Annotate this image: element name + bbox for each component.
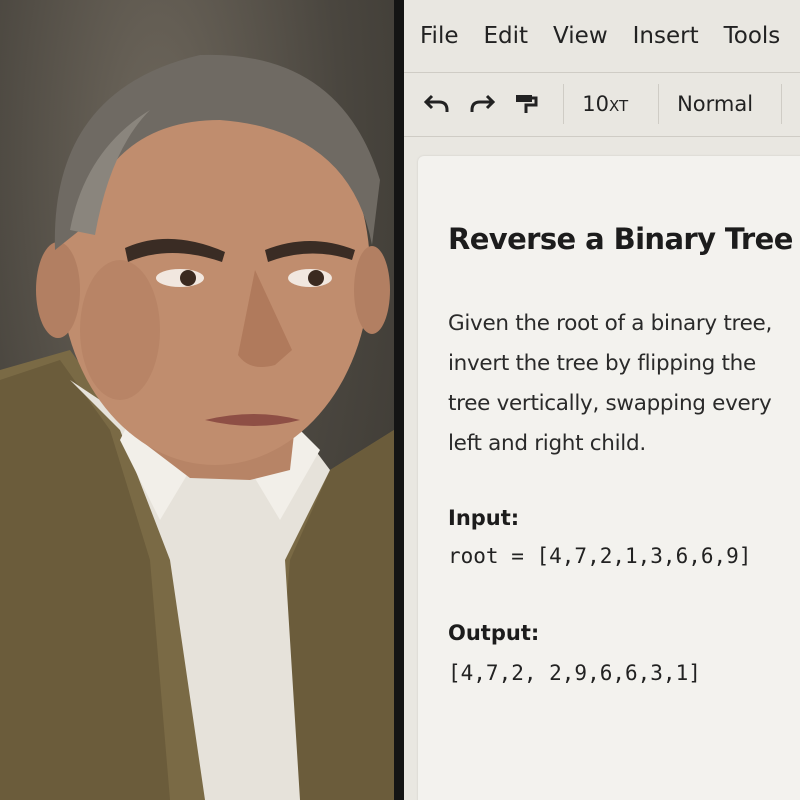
panel-divider xyxy=(394,0,404,800)
paint-format-icon[interactable] xyxy=(513,90,539,118)
page-title: Reverse a Binary Tree xyxy=(448,222,793,256)
portrait-photo xyxy=(0,0,394,800)
description-line: tree vertically, swapping every xyxy=(448,391,772,416)
portrait-illustration xyxy=(0,54,394,800)
toolbar-separator xyxy=(563,84,565,124)
input-code: root = [4,7,2,1,3,6,6,9] xyxy=(448,544,752,568)
description-line: left and right child. xyxy=(448,431,646,456)
toolbar: 10XT Normal xyxy=(404,72,800,136)
font-size-select[interactable]: 10XT xyxy=(582,92,628,116)
problem-description: Given the root of a binary tree, invert … xyxy=(448,304,800,464)
document-editor: File Edit View Insert Tools 10XT Normal … xyxy=(404,0,800,800)
document-page[interactable]: Reverse a Binary Tree Given the root of … xyxy=(418,156,800,800)
menu-insert[interactable]: Insert xyxy=(633,23,699,49)
menu-view[interactable]: View xyxy=(553,23,608,49)
redo-icon[interactable] xyxy=(468,90,495,118)
input-label: Input: xyxy=(448,506,520,530)
output-label: Output: xyxy=(448,621,540,645)
style-select[interactable]: Normal xyxy=(677,92,753,116)
menu-file[interactable]: File xyxy=(420,23,459,49)
menu-tools[interactable]: Tools xyxy=(724,23,781,49)
description-line: Given the root of a binary tree, xyxy=(448,311,772,336)
output-code: [4,7,2, 2,9,6,6,3,1] xyxy=(448,661,701,685)
toolbar-separator-line xyxy=(404,136,800,137)
toolbar-separator xyxy=(781,84,782,124)
toolbar-separator xyxy=(658,84,660,124)
description-line: invert the tree by flipping the xyxy=(448,351,756,376)
menu-bar: File Edit View Insert Tools xyxy=(404,0,800,72)
undo-icon[interactable] xyxy=(424,90,450,118)
menu-edit[interactable]: Edit xyxy=(484,23,529,49)
